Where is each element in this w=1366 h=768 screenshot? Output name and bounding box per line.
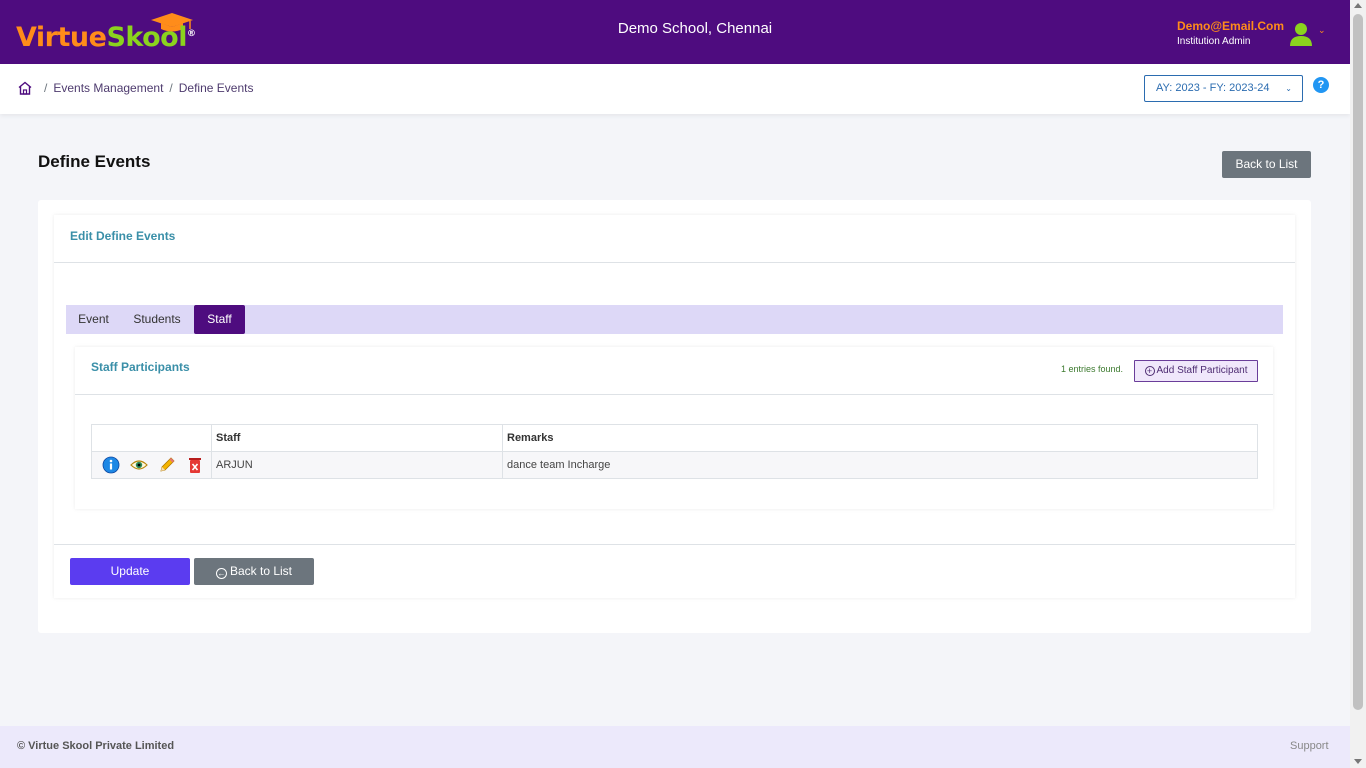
breadcrumb-separator: / bbox=[169, 81, 173, 95]
logo-registered-mark: ® bbox=[186, 29, 196, 39]
logo-text: VirtueSkool® bbox=[16, 22, 196, 53]
academic-year-select[interactable]: AY: 2023 - FY: 2023-24 ⌄ bbox=[1144, 75, 1303, 102]
card-title: Edit Define Events bbox=[70, 229, 176, 243]
view-eye-icon[interactable] bbox=[130, 456, 148, 474]
update-button[interactable]: Update bbox=[70, 558, 190, 585]
virtueskool-logo[interactable]: VirtueSkool® bbox=[16, 12, 216, 56]
staff-participants-table: Staff Remarks ARJUN dance team Incharge bbox=[91, 424, 1258, 479]
user-menu-chevron-down-icon[interactable]: ⌄ bbox=[1318, 25, 1326, 36]
back-to-list-label: Back to List bbox=[229, 564, 293, 578]
divider bbox=[54, 262, 1295, 263]
cell-staff: ARJUN bbox=[211, 451, 503, 479]
breadcrumb-events-management[interactable]: Events Management bbox=[53, 81, 163, 95]
vertical-scrollbar[interactable] bbox=[1350, 0, 1366, 768]
add-staff-participant-label: Add Staff Participant bbox=[1156, 365, 1248, 376]
scroll-down-arrow-icon[interactable] bbox=[1354, 759, 1362, 764]
back-to-list-button[interactable]: Back to List bbox=[1222, 151, 1311, 178]
plus-circle-icon: + bbox=[1144, 366, 1155, 376]
tab-strip: Event Students Staff bbox=[66, 305, 1283, 334]
breadcrumb-bar: / Events Management / Define Events AY: 202… bbox=[0, 64, 1350, 114]
column-header-staff: Staff bbox=[211, 424, 503, 452]
user-avatar-icon[interactable] bbox=[1290, 22, 1312, 46]
tab-event[interactable]: Event bbox=[66, 305, 121, 334]
divider bbox=[54, 544, 1295, 545]
breadcrumb: / Events Management / Define Events bbox=[38, 81, 253, 95]
arrow-left-circle-icon: ← bbox=[215, 568, 227, 579]
column-header-actions bbox=[91, 424, 212, 452]
back-to-list-bottom-button[interactable]: ← Back to List bbox=[194, 558, 314, 585]
scrollbar-thumb[interactable] bbox=[1353, 14, 1363, 710]
row-actions bbox=[91, 451, 212, 479]
staff-participants-title: Staff Participants bbox=[91, 360, 190, 374]
breadcrumb-separator: / bbox=[44, 81, 48, 95]
tab-staff[interactable]: Staff bbox=[194, 305, 245, 334]
logo-part-virtue: Virtue bbox=[16, 22, 107, 53]
page-footer: © Virtue Skool Private Limited Support bbox=[0, 726, 1350, 768]
breadcrumb-define-events: Define Events bbox=[178, 81, 254, 95]
cell-remarks: dance team Incharge bbox=[502, 451, 1258, 479]
top-header: VirtueSkool® Demo School, Chennai Demo@E… bbox=[0, 0, 1350, 64]
tab-students[interactable]: Students bbox=[124, 305, 190, 334]
table-header-row: Staff Remarks bbox=[91, 424, 1258, 452]
delete-icon[interactable] bbox=[186, 456, 204, 474]
help-icon[interactable]: ? bbox=[1313, 77, 1329, 93]
add-staff-participant-button[interactable]: + Add Staff Participant bbox=[1134, 360, 1258, 382]
copyright-text: © Virtue Skool Private Limited bbox=[17, 740, 175, 752]
divider bbox=[75, 394, 1273, 395]
edit-pencil-icon[interactable] bbox=[158, 456, 176, 474]
academic-year-value: AY: 2023 - FY: 2023-24 bbox=[1156, 82, 1270, 94]
user-email[interactable]: Demo@Email.Com bbox=[1177, 19, 1284, 33]
support-link[interactable]: Support bbox=[1290, 740, 1329, 752]
page-title: Define Events bbox=[38, 152, 151, 171]
info-icon[interactable] bbox=[102, 456, 120, 474]
home-icon[interactable] bbox=[18, 81, 32, 95]
school-name: Demo School, Chennai bbox=[617, 20, 773, 37]
column-header-remarks: Remarks bbox=[502, 424, 1258, 452]
scroll-up-arrow-icon[interactable] bbox=[1354, 3, 1362, 8]
chevron-down-icon: ⌄ bbox=[1285, 84, 1292, 93]
logo-part-skool: Skool bbox=[106, 22, 187, 53]
table-row: ARJUN dance team Incharge bbox=[91, 451, 1258, 479]
entries-count: 1 entries found. bbox=[1061, 364, 1124, 374]
user-role: Institution Admin bbox=[1177, 36, 1251, 47]
